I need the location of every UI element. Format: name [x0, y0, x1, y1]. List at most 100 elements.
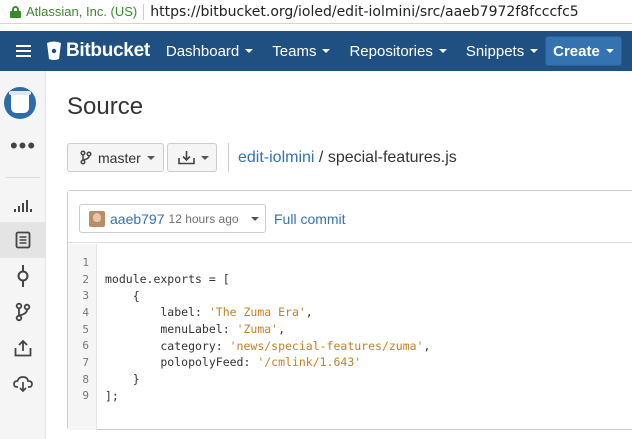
site-identity[interactable]: Atlassian, Inc. (US): [0, 0, 137, 23]
breadcrumb-separator: /: [314, 149, 328, 166]
page-title: Source: [67, 93, 144, 120]
line-number: 4: [82, 305, 89, 319]
code-text: module.exports = [: [105, 272, 230, 287]
more-icon[interactable]: •••: [0, 128, 46, 164]
branch-selector[interactable]: master: [67, 143, 164, 172]
branch-icon: [80, 150, 92, 165]
nav-snippets[interactable]: Snippets: [466, 43, 539, 60]
branch-label: master: [98, 149, 141, 166]
nav-repositories[interactable]: Repositories: [349, 42, 447, 60]
chevron-down-icon: [250, 216, 259, 221]
code-line: 9];: [68, 388, 632, 405]
security-label: Atlassian, Inc. (US): [26, 4, 138, 19]
repository-icon: [9, 91, 31, 113]
download-icon: [178, 151, 195, 165]
code-line: 5 menuLabel: 'Zuma',: [68, 321, 632, 338]
code-line: 8 }: [68, 371, 632, 388]
commit-icon: [17, 265, 29, 287]
breadcrumb: edit-iolmini / special-features.js: [238, 149, 457, 167]
line-number: 2: [82, 272, 89, 286]
code-line: 1: [68, 254, 632, 271]
chevron-down-icon: [146, 155, 155, 160]
upload-icon: [14, 339, 32, 357]
line-number: 1: [82, 255, 89, 269]
chevron-down-icon: [530, 49, 539, 53]
code-text: {: [105, 288, 140, 303]
chevron-down-icon: [322, 49, 331, 53]
overview-icon[interactable]: [0, 186, 46, 222]
file-viewer: aaeb797 12 hours ago Full commit 1 2 modul…: [67, 190, 632, 430]
bitbucket-logo[interactable]: Bitbucket: [46, 31, 150, 71]
code-text: }: [105, 372, 140, 387]
pull-requests-icon[interactable]: [0, 330, 46, 366]
nav-dashboard-label: Dashboard: [165, 42, 240, 60]
full-commit-link[interactable]: Full commit: [274, 211, 346, 227]
chevron-down-icon: [438, 49, 447, 53]
line-number: 8: [82, 372, 89, 386]
code-text: ];: [105, 388, 119, 403]
line-number: 5: [82, 322, 89, 336]
chevron-down-icon: [605, 49, 614, 53]
breadcrumb-repo-link[interactable]: edit-iolmini: [238, 149, 314, 166]
code-punct: ,: [423, 338, 431, 353]
chevron-down-icon: [201, 155, 209, 160]
commit-hash: aaeb797: [110, 210, 165, 227]
repo-avatar[interactable]: [4, 87, 36, 119]
code-key: menuLabel:: [105, 322, 237, 337]
code-punct: ,: [305, 305, 313, 320]
nav-teams-label: Teams: [272, 42, 317, 60]
sidebar-divider: [6, 177, 40, 178]
branches-icon[interactable]: [0, 294, 46, 330]
nav-repositories-label: Repositories: [349, 42, 433, 60]
brand-name: Bitbucket: [66, 40, 150, 61]
code-string: 'news/special-features/zuma': [229, 338, 424, 353]
code-punct: ,: [278, 322, 286, 337]
code-key: label:: [105, 305, 209, 320]
code-line: 2 module.exports = [: [68, 271, 632, 288]
url-divider: [143, 3, 145, 20]
line-number: 3: [82, 289, 89, 303]
code-line: 3 {: [68, 287, 632, 304]
lock-icon: [10, 5, 21, 18]
code-text: polopolyFeed: '/cmlink/1.643': [105, 355, 361, 369]
nav-teams[interactable]: Teams: [272, 42, 331, 60]
avatar: [89, 210, 105, 227]
source-icon[interactable]: [0, 222, 46, 258]
cloud-download-icon: [13, 376, 33, 392]
menu-icon[interactable]: [0, 31, 46, 71]
download-dropdown[interactable]: [167, 143, 217, 172]
url-text[interactable]: https://bitbucket.org/ioled/edit-iolmini…: [150, 4, 578, 20]
file-header: aaeb797 12 hours ago Full commit: [68, 191, 632, 243]
code-string: '/cmlink/1.643': [257, 355, 362, 370]
chevron-down-icon: [245, 49, 254, 53]
branch-icon: [15, 302, 31, 322]
bitbucket-icon: [47, 41, 61, 60]
line-number: 7: [82, 355, 89, 369]
code-key: polopolyFeed:: [105, 355, 258, 370]
downloads-icon[interactable]: [0, 366, 46, 402]
code-line: 6 category: 'news/special-features/zuma'…: [68, 337, 632, 354]
commit-selector[interactable]: aaeb797 12 hours ago: [79, 204, 266, 233]
more-dots: •••: [9, 133, 37, 158]
file-icon: [15, 231, 31, 249]
code-block: 1 2 module.exports = [3 {4 label: 'The Zum…: [68, 254, 632, 404]
code-string: 'The Zuma Era': [208, 305, 306, 320]
create-label: Create: [553, 42, 600, 60]
overview-graph-icon: [14, 200, 32, 212]
breadcrumb-divider: [228, 143, 229, 172]
line-number: 9: [82, 389, 89, 403]
line-number: 6: [82, 339, 89, 353]
address-bar[interactable]: Atlassian, Inc. (US) https://bitbucket.o…: [0, 0, 632, 24]
code-text: label: 'The Zuma Era',: [105, 305, 313, 320]
breadcrumb-file: special-features.js: [327, 149, 457, 166]
nav-dashboard[interactable]: Dashboard: [165, 42, 254, 60]
commit-time: 12 hours ago: [168, 211, 239, 226]
code-text: category: 'news/special-features/zuma',: [105, 339, 430, 353]
code-key: category:: [105, 338, 230, 353]
commits-icon[interactable]: [0, 258, 46, 294]
code-line: 4 label: 'The Zuma Era',: [68, 304, 632, 321]
code-string: 'Zuma': [236, 322, 279, 337]
create-button[interactable]: Create: [545, 36, 622, 66]
code-text: menuLabel: 'Zuma',: [105, 322, 285, 336]
code-line: 7 polopolyFeed: '/cmlink/1.643': [68, 354, 632, 371]
